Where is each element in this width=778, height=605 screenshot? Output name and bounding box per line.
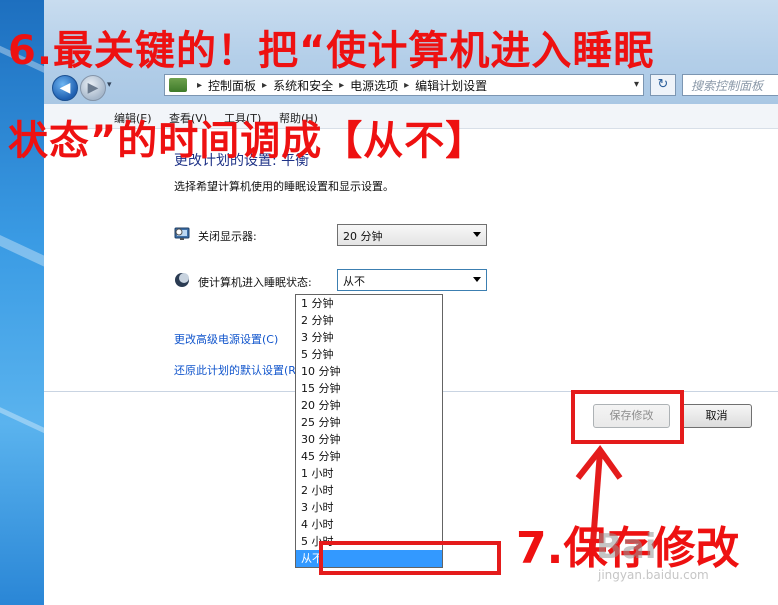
chevron-down-icon bbox=[473, 277, 481, 282]
sleep-option[interactable]: 1 分钟 bbox=[296, 295, 442, 312]
breadcrumb-edit-plan[interactable]: 编辑计划设置 bbox=[415, 77, 487, 94]
forward-arrow-icon: ▶ bbox=[87, 80, 99, 96]
refresh-icon: ↻ bbox=[657, 77, 669, 92]
search-input[interactable]: 搜索控制面板 bbox=[682, 74, 778, 96]
address-dropdown-icon[interactable]: ▾ bbox=[634, 79, 639, 90]
sleep-option[interactable]: 1 小时 bbox=[296, 465, 442, 482]
breadcrumb-separator-icon: ▸ bbox=[197, 79, 203, 91]
sleep-option[interactable]: 2 小时 bbox=[296, 482, 442, 499]
sleep-option[interactable]: 10 分钟 bbox=[296, 363, 442, 380]
back-button[interactable]: ◀ bbox=[52, 75, 78, 101]
moon-icon bbox=[175, 273, 189, 287]
breadcrumb-control-panel[interactable]: 控制面板 bbox=[208, 77, 256, 94]
display-off-select[interactable]: 20 分钟 bbox=[337, 224, 487, 246]
desktop-background bbox=[0, 0, 74, 605]
monitor-icon bbox=[174, 227, 190, 240]
control-panel-icon bbox=[169, 78, 187, 92]
cancel-button[interactable]: 取消 bbox=[681, 404, 752, 428]
chevron-down-icon bbox=[473, 232, 481, 237]
refresh-button[interactable]: ↻ bbox=[650, 74, 676, 96]
back-arrow-icon: ◀ bbox=[59, 80, 71, 96]
sleep-option[interactable]: 15 分钟 bbox=[296, 380, 442, 397]
sleep-option[interactable]: 5 分钟 bbox=[296, 346, 442, 363]
sleep-label: 使计算机进入睡眠状态: bbox=[198, 276, 312, 289]
sleep-option[interactable]: 3 小时 bbox=[296, 499, 442, 516]
page-description: 选择希望计算机使用的睡眠设置和显示设置。 bbox=[174, 180, 394, 193]
address-bar[interactable]: ▸ 控制面板 ▸ 系统和安全 ▸ 电源选项 ▸ 编辑计划设置 ▾ bbox=[164, 74, 644, 96]
sleep-options-list[interactable]: 1 分钟 2 分钟 3 分钟 5 分钟 10 分钟 15 分钟 20 分钟 25… bbox=[295, 294, 443, 568]
breadcrumb-separator-icon: ▸ bbox=[339, 79, 345, 91]
sleep-select[interactable]: 从不 bbox=[337, 269, 487, 291]
forward-button[interactable]: ▶ bbox=[80, 75, 106, 101]
sleep-option[interactable]: 25 分钟 bbox=[296, 414, 442, 431]
sleep-value: 从不 bbox=[343, 275, 365, 288]
sleep-option[interactable]: 45 分钟 bbox=[296, 448, 442, 465]
breadcrumb-system-security[interactable]: 系统和安全 bbox=[273, 77, 333, 94]
breadcrumb-power-options[interactable]: 电源选项 bbox=[350, 77, 398, 94]
history-dropdown-icon[interactable]: ▾ bbox=[107, 80, 112, 90]
breadcrumb-separator-icon: ▸ bbox=[404, 79, 410, 91]
annotation-step6-line1: 6.最关键的！把“使计算机进入睡眠 bbox=[8, 28, 655, 74]
breadcrumb-separator-icon: ▸ bbox=[262, 79, 268, 91]
display-off-label: 关闭显示器: bbox=[198, 230, 257, 243]
sleep-option[interactable]: 20 分钟 bbox=[296, 397, 442, 414]
sleep-option[interactable]: 4 小时 bbox=[296, 516, 442, 533]
sleep-option[interactable]: 2 分钟 bbox=[296, 312, 442, 329]
highlight-save-button bbox=[571, 390, 684, 444]
watermark-logo: Bai bbox=[596, 527, 657, 567]
sleep-option[interactable]: 3 分钟 bbox=[296, 329, 442, 346]
restore-defaults-link[interactable]: 还原此计划的默认设置(R) bbox=[174, 362, 300, 378]
advanced-power-settings-link[interactable]: 更改高级电源设置(C) bbox=[174, 331, 278, 347]
display-off-value: 20 分钟 bbox=[343, 230, 383, 243]
watermark-url: jingyan.baidu.com bbox=[598, 568, 709, 582]
sleep-option[interactable]: 30 分钟 bbox=[296, 431, 442, 448]
highlight-never-option bbox=[319, 541, 501, 575]
annotation-step6-line2: 状态”的时间调成【从不】 bbox=[8, 118, 487, 164]
